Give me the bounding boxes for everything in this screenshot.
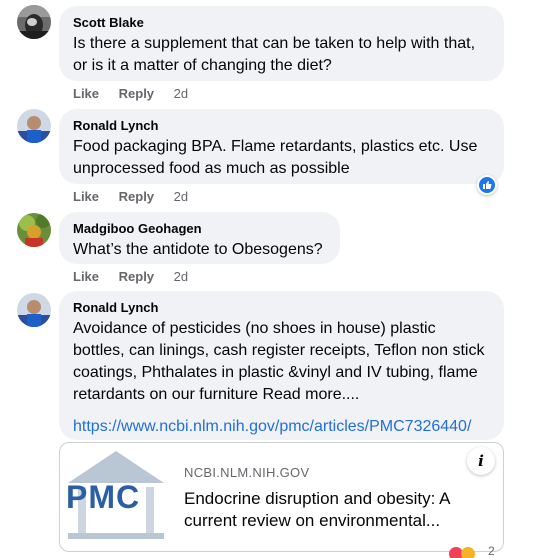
- comment-bubble: Madgiboo Geohagen What’s the antidote to…: [59, 212, 340, 264]
- like-button[interactable]: Like: [73, 269, 99, 284]
- reply-button[interactable]: Reply: [119, 86, 154, 101]
- comment-text: What’s the antidote to Obesogens?: [73, 241, 323, 258]
- reply-button[interactable]: Reply: [119, 189, 154, 204]
- preview-title: Endocrine disruption and obesity: A curr…: [184, 489, 451, 530]
- comment-actions: Like Reply 2d: [73, 269, 188, 285]
- comment-text: Avoidance of pesticides (no shoes in hou…: [73, 318, 490, 406]
- reaction-count: 2: [488, 544, 495, 558]
- avatar[interactable]: [17, 5, 51, 39]
- comment-author[interactable]: Scott Blake: [73, 15, 490, 31]
- comment-actions: Like Reply 2d: [73, 189, 188, 205]
- comment-author[interactable]: Ronald Lynch: [73, 118, 490, 134]
- comment-timestamp[interactable]: 2d: [174, 269, 188, 284]
- avatar[interactable]: [17, 293, 51, 327]
- thumbs-up-icon: [479, 177, 495, 193]
- comment-bubble: Scott Blake Is there a supplement that c…: [59, 6, 504, 81]
- like-button[interactable]: Like: [73, 189, 99, 204]
- preview-domain: NCBI.NLM.NIH.GOV: [184, 465, 310, 480]
- read-more-line[interactable]: retardants on our furniture Read more...…: [73, 384, 490, 406]
- info-button[interactable]: i: [467, 447, 495, 475]
- comment-bubble: Ronald Lynch Avoidance of pesticides (no…: [59, 291, 504, 440]
- reaction-like-badge[interactable]: [477, 175, 497, 195]
- comment-timestamp[interactable]: 2d: [174, 86, 188, 101]
- comment-author[interactable]: Ronald Lynch: [73, 300, 490, 316]
- comment-author[interactable]: Madgiboo Geohagen: [73, 221, 326, 237]
- pmc-logo-text: PMC: [66, 479, 141, 515]
- avatar[interactable]: [17, 213, 51, 247]
- avatar[interactable]: [17, 109, 51, 143]
- comment-bubble: Ronald Lynch Food packaging BPA. Flame r…: [59, 109, 504, 184]
- comment-timestamp[interactable]: 2d: [174, 189, 188, 204]
- comment-text: Is there a supplement that can be taken …: [73, 35, 476, 74]
- article-link[interactable]: https://www.ncbi.nlm.nih.gov/pmc/article…: [73, 416, 490, 438]
- like-button[interactable]: Like: [73, 86, 99, 101]
- pmc-logo: PMC: [60, 443, 172, 551]
- comment-text: Food packaging BPA. Flame retardants, pl…: [73, 138, 478, 177]
- comment-actions: Like Reply 2d: [73, 86, 188, 102]
- reply-button[interactable]: Reply: [119, 269, 154, 284]
- link-preview-card[interactable]: PMC NCBI.NLM.NIH.GOV Endocrine disruptio…: [59, 442, 504, 552]
- reaction-summary[interactable]: 2: [448, 544, 508, 558]
